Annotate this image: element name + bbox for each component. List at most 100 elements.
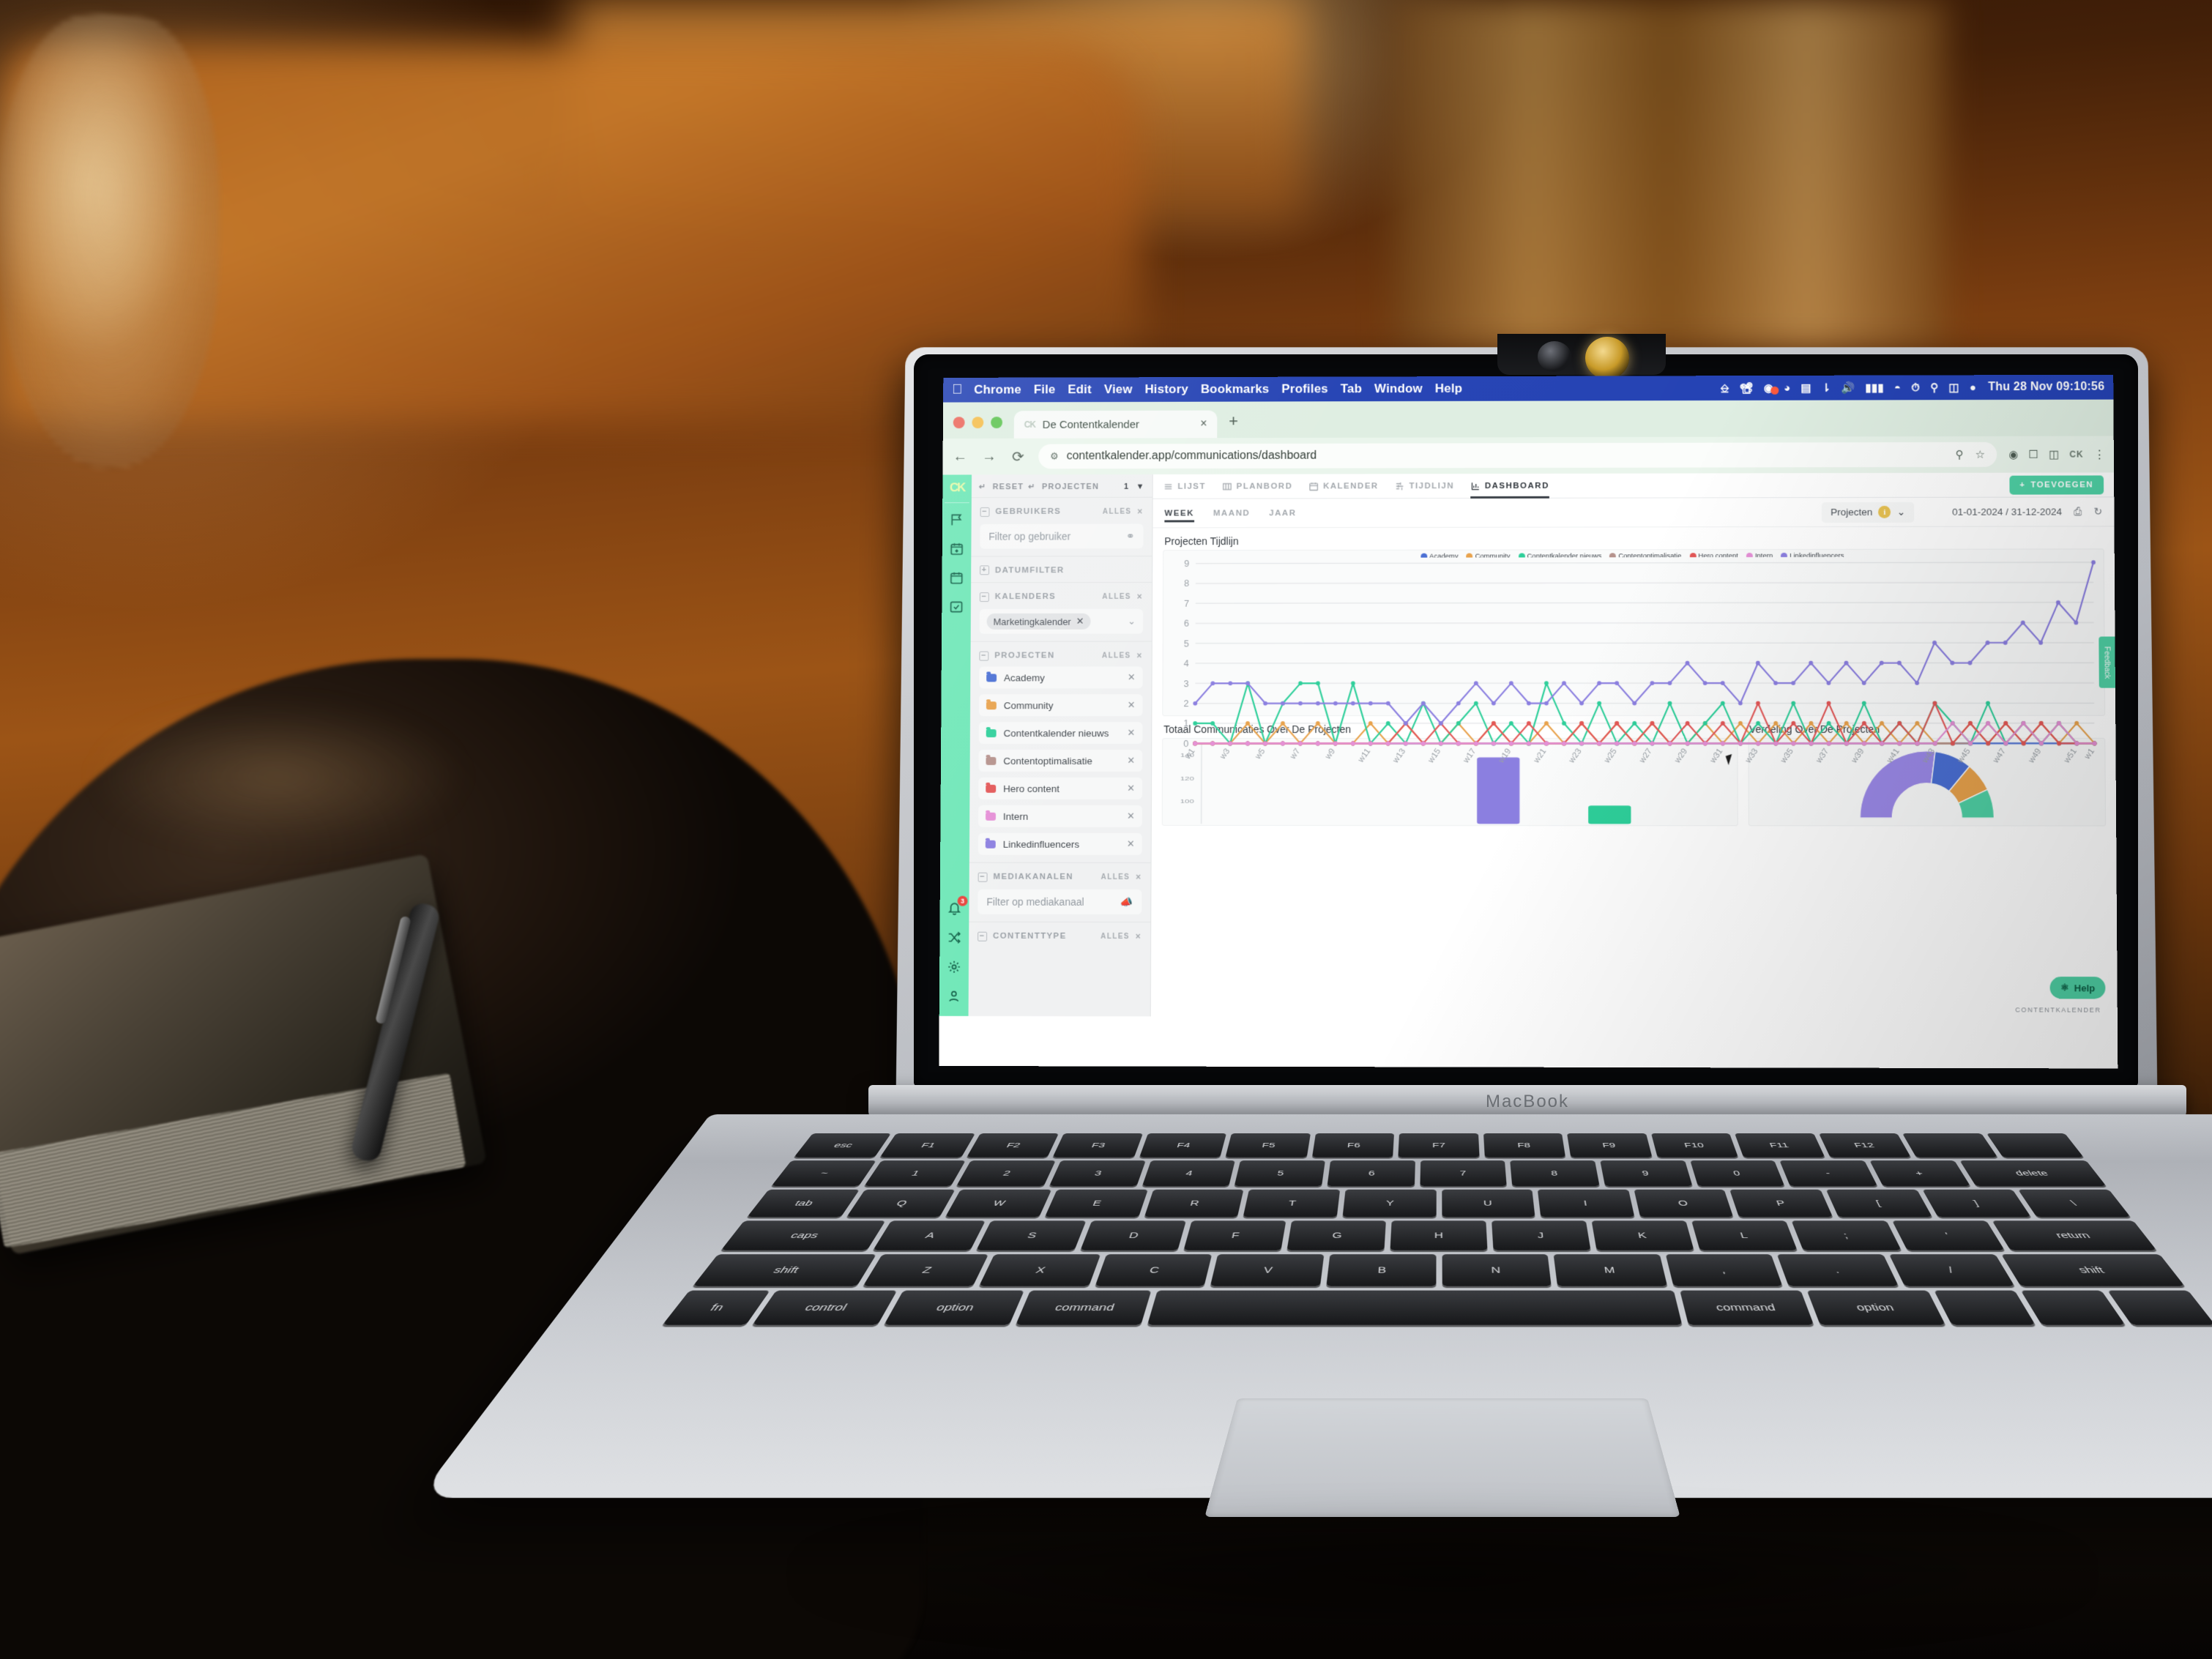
battery-icon[interactable]: ▮▮▮ bbox=[1865, 381, 1883, 395]
key-P[interactable]: P bbox=[1729, 1189, 1833, 1218]
tab-kalender[interactable]: KALENDER bbox=[1308, 474, 1379, 499]
key-G[interactable]: G bbox=[1286, 1220, 1386, 1250]
active-filter-count[interactable]: 1 ▼ bbox=[1124, 482, 1145, 491]
wifi-signal-icon[interactable]: ◕ bbox=[1784, 381, 1790, 394]
user-icon[interactable] bbox=[945, 987, 964, 1006]
print-icon[interactable]: ⎙ bbox=[2074, 505, 2082, 518]
key-control[interactable]: control bbox=[752, 1290, 898, 1325]
shuffle-icon[interactable] bbox=[945, 928, 964, 947]
key-F9[interactable]: F9 bbox=[1567, 1133, 1653, 1157]
collapse-icon[interactable]: − bbox=[979, 651, 989, 661]
browser-tab[interactable]: CK De Contentkalender × bbox=[1013, 410, 1218, 439]
share-icon[interactable]: ☐ bbox=[2028, 448, 2038, 461]
clear-mediakanalen[interactable]: × bbox=[1136, 872, 1142, 882]
split-view-icon[interactable]: ◫ bbox=[2049, 448, 2059, 461]
tab-close-icon[interactable]: × bbox=[1200, 417, 1207, 430]
siri-icon[interactable]: ● bbox=[1970, 381, 1976, 394]
menubar-item-history[interactable]: History bbox=[1144, 382, 1188, 397]
tab-dashboard[interactable]: DASHBOARD bbox=[1470, 473, 1549, 498]
key-blank[interactable] bbox=[2020, 1290, 2126, 1325]
key-K[interactable]: K bbox=[1591, 1220, 1694, 1250]
address-bar[interactable]: ⚙ contentkalender.app/communications/das… bbox=[1038, 441, 1997, 469]
key-H[interactable]: H bbox=[1390, 1220, 1488, 1250]
key-delete[interactable]: delete bbox=[1959, 1160, 2107, 1187]
clear-kalenders[interactable]: × bbox=[1137, 592, 1143, 602]
key-blank[interactable] bbox=[1147, 1290, 1683, 1325]
key-3[interactable]: 3 bbox=[1049, 1160, 1146, 1187]
remove-project-icon[interactable]: ✕ bbox=[1127, 755, 1135, 767]
key-I[interactable]: I bbox=[1538, 1189, 1635, 1218]
control-center-icon[interactable]: ◫ bbox=[1948, 381, 1959, 394]
filter-section-datumfilter[interactable]: + DATUMFILTER bbox=[971, 556, 1152, 583]
remove-project-icon[interactable]: ✕ bbox=[1127, 783, 1135, 794]
outlook-icon[interactable]: ▤ bbox=[1800, 381, 1811, 395]
key-X[interactable]: X bbox=[979, 1254, 1101, 1286]
menubar-item-chrome[interactable]: Chrome bbox=[974, 383, 1021, 398]
project-filter-row[interactable]: Academy ✕ bbox=[979, 666, 1143, 689]
feedback-tab[interactable]: Feedback bbox=[2099, 636, 2115, 688]
extensions-icon[interactable]: ◉ bbox=[2008, 448, 2018, 461]
volume-icon[interactable]: 🔊 bbox=[1842, 381, 1855, 395]
key-F10[interactable]: F10 bbox=[1650, 1133, 1739, 1157]
key-W[interactable]: W bbox=[945, 1189, 1052, 1218]
key-F5[interactable]: F5 bbox=[1225, 1133, 1311, 1157]
key-S[interactable]: S bbox=[976, 1220, 1086, 1250]
key-+[interactable]: + bbox=[1869, 1160, 1970, 1187]
tab-tijdlijn[interactable]: TIJDLIJN bbox=[1394, 474, 1454, 499]
clear-gebruikers[interactable]: × bbox=[1137, 507, 1143, 517]
tab-planbord[interactable]: PLANBORD bbox=[1222, 474, 1293, 499]
key-E[interactable]: E bbox=[1044, 1189, 1148, 1218]
bell-icon[interactable]: 3 bbox=[945, 895, 968, 918]
collapse-icon[interactable]: − bbox=[977, 872, 988, 882]
key-F2[interactable]: F2 bbox=[967, 1133, 1060, 1157]
date-range-label[interactable]: 01-01-2024 / 31-12-2024 bbox=[1952, 506, 2062, 517]
window-controls[interactable] bbox=[953, 417, 1003, 439]
period-tab-maand[interactable]: MAAND bbox=[1213, 499, 1251, 528]
gear-icon[interactable] bbox=[945, 958, 964, 977]
key-F8[interactable]: F8 bbox=[1483, 1133, 1566, 1157]
menubar-item-profiles[interactable]: Profiles bbox=[1281, 382, 1328, 397]
key-R[interactable]: R bbox=[1144, 1189, 1244, 1218]
key-command[interactable]: command bbox=[1680, 1290, 1814, 1325]
refresh-icon[interactable]: ↻ bbox=[2093, 505, 2102, 518]
key-blank[interactable] bbox=[1902, 1133, 1997, 1157]
key-F6[interactable]: F6 bbox=[1311, 1133, 1395, 1157]
key-9[interactable]: 9 bbox=[1600, 1160, 1693, 1187]
expand-icon[interactable]: + bbox=[980, 565, 990, 575]
key-7[interactable]: 7 bbox=[1419, 1160, 1508, 1187]
reload-button[interactable]: ⟳ bbox=[1010, 447, 1027, 466]
kalender-chip[interactable]: Marketingkalender ✕ bbox=[986, 613, 1091, 630]
select-all-projecten[interactable]: ALLES bbox=[1102, 652, 1131, 660]
select-all-gebruikers[interactable]: ALLES bbox=[1103, 507, 1132, 515]
screen-share-icon[interactable]: 📽 bbox=[1740, 381, 1754, 395]
key-U[interactable]: U bbox=[1441, 1189, 1535, 1218]
profile-avatar[interactable]: CK bbox=[2069, 450, 2084, 460]
key-D[interactable]: D bbox=[1079, 1220, 1186, 1250]
mediakanaal-filter-input[interactable]: Filter op mediakanaal 📣 bbox=[977, 889, 1142, 914]
remove-project-icon[interactable]: ✕ bbox=[1128, 699, 1136, 711]
chrome-menu-icon[interactable]: ⋮ bbox=[2094, 447, 2105, 461]
menubar-item-edit[interactable]: Edit bbox=[1068, 382, 1092, 397]
close-window-button[interactable] bbox=[953, 417, 965, 429]
key-Z[interactable]: Z bbox=[863, 1254, 989, 1286]
key-6[interactable]: 6 bbox=[1327, 1160, 1415, 1187]
remove-project-icon[interactable]: ✕ bbox=[1128, 727, 1136, 739]
menubar-item-file[interactable]: File bbox=[1034, 382, 1056, 397]
chevron-down-icon[interactable]: ⌄ bbox=[1128, 616, 1136, 627]
key-N[interactable]: N bbox=[1442, 1254, 1552, 1286]
new-tab-button[interactable]: + bbox=[1217, 411, 1250, 438]
menubar-clock[interactable]: Thu 28 Nov 09:10:56 bbox=[1988, 381, 2104, 394]
flag-icon[interactable] bbox=[947, 510, 967, 529]
projecten-filter-button[interactable]: ↵ PROJECTEN bbox=[1028, 482, 1099, 492]
clear-contenttype[interactable]: × bbox=[1136, 931, 1142, 942]
collapse-icon[interactable]: − bbox=[979, 592, 989, 602]
project-filter-row[interactable]: Linkedinfluencers ✕ bbox=[977, 832, 1142, 855]
search-icon[interactable]: ⚲ bbox=[1930, 381, 1938, 394]
key-M[interactable]: M bbox=[1553, 1254, 1667, 1286]
search-icon[interactable]: ⚲ bbox=[1955, 448, 1963, 461]
key-B[interactable]: B bbox=[1326, 1254, 1436, 1286]
key-F7[interactable]: F7 bbox=[1398, 1133, 1480, 1157]
key-F[interactable]: F bbox=[1183, 1220, 1286, 1250]
menubar-item-tab[interactable]: Tab bbox=[1341, 381, 1362, 396]
bluetooth-icon[interactable]: ⇂ bbox=[1822, 381, 1831, 395]
